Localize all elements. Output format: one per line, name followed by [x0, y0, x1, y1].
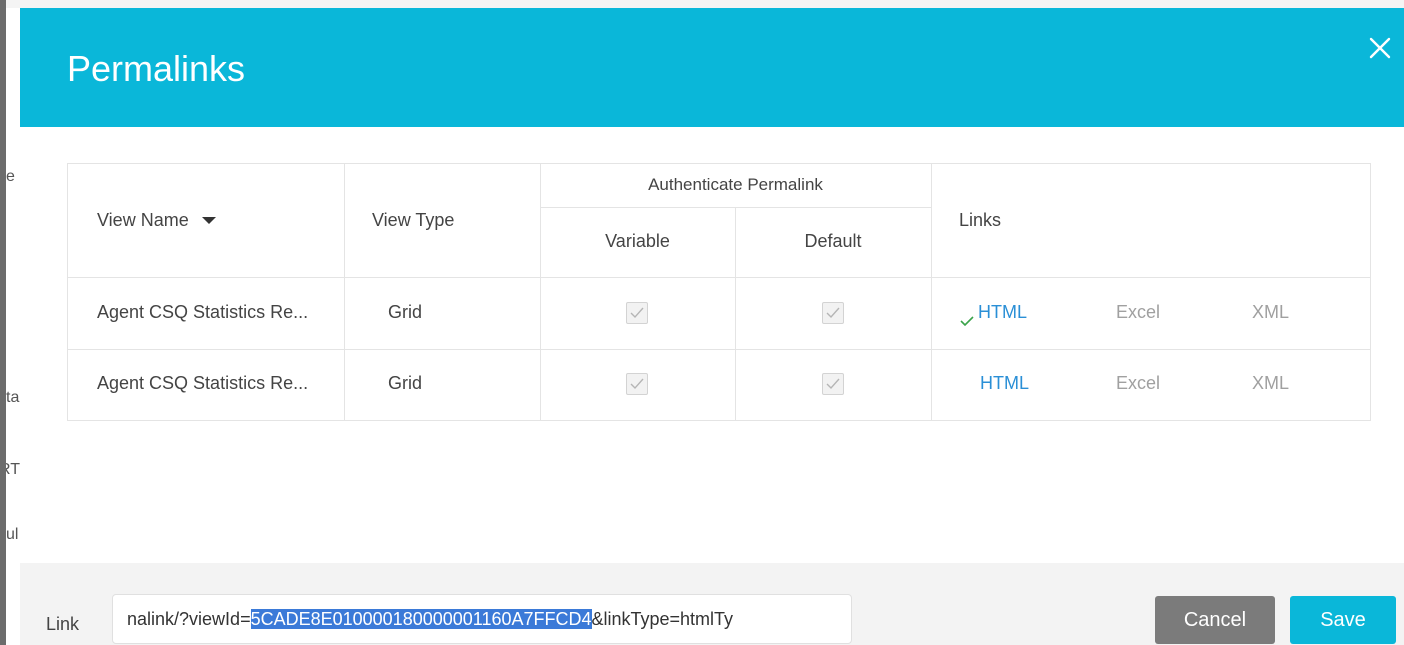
background-text-fragment: ul — [6, 526, 19, 543]
header-view-name-label: View Name — [97, 210, 189, 230]
background-text-fragment: ta — [6, 389, 20, 406]
header-view-name[interactable]: View Name — [97, 210, 216, 231]
link-suffix: &linkType=htmlTy — [591, 609, 734, 629]
sort-down-icon[interactable] — [201, 217, 216, 225]
header-authenticate-permalink: Authenticate Permalink — [648, 175, 823, 194]
row-view-name: Agent CSQ Statistics Re... — [97, 373, 309, 393]
background-text-fragment: e — [6, 168, 15, 185]
cancel-button[interactable]: Cancel — [1155, 596, 1275, 644]
background-edge — [0, 0, 6, 645]
header-links: Links — [959, 210, 1002, 230]
background-top — [6, 0, 1404, 8]
header-view-type: View Type — [372, 210, 455, 230]
permalinks-table: View Name View Type Authenticate Permali… — [67, 163, 1371, 421]
close-icon[interactable] — [1366, 34, 1394, 62]
dialog-footer: Link nalink/?viewId=5CADE8E0100001800000… — [20, 563, 1404, 645]
permalinks-dialog: Permalinks View Name View Type Authentic… — [20, 8, 1404, 645]
excel-link[interactable]: Excel — [1116, 302, 1160, 323]
header-default: Default — [804, 231, 862, 251]
default-checkbox[interactable] — [822, 373, 844, 395]
row-view-type: Grid — [388, 302, 423, 322]
variable-checkbox[interactable] — [626, 373, 648, 395]
variable-checkbox[interactable] — [626, 302, 648, 324]
row-view-name: Agent CSQ Statistics Re... — [97, 302, 309, 322]
link-selected-text: 5CADE8E010000180000001160A7FFCD4 — [250, 609, 592, 629]
xml-link[interactable]: XML — [1252, 302, 1289, 323]
header-variable: Variable — [605, 231, 670, 251]
dialog-title: Permalinks — [67, 48, 246, 89]
link-prefix: nalink/?viewId= — [127, 609, 251, 629]
background-text-fragment: RT — [6, 461, 20, 478]
link-label: Link — [46, 614, 80, 634]
save-button[interactable]: Save — [1290, 596, 1396, 644]
html-link[interactable]: HTML — [978, 302, 1027, 323]
default-checkbox[interactable] — [822, 302, 844, 324]
selected-check-icon — [960, 316, 974, 326]
xml-link[interactable]: XML — [1252, 373, 1289, 394]
row-view-type: Grid — [388, 373, 423, 393]
excel-link[interactable]: Excel — [1116, 373, 1160, 394]
permalink-url-field[interactable]: nalink/?viewId=5CADE8E010000180000001160… — [112, 594, 852, 644]
dialog-header: Permalinks — [20, 8, 1404, 127]
html-link[interactable]: HTML — [980, 373, 1029, 394]
